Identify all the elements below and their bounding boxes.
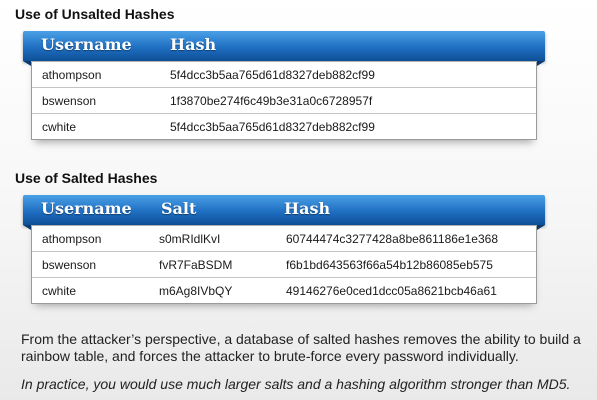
table-row: athompson 5f4dcc3b5aa765d61d8327deb882cf… [32,62,536,87]
practice-note: In practice, you would use much larger s… [21,376,571,392]
salted-table-header: Username Salt Hash [23,195,545,230]
salted-table-body: athompson s0mRIdlKvI 60744474c3277428a8b… [31,226,537,304]
unsalted-table-body: athompson 5f4dcc3b5aa765d61d8327deb882cf… [31,62,537,140]
table-row: cwhite 5f4dcc3b5aa765d61d8327deb882cf99 [32,113,536,139]
table-row: athompson s0mRIdlKvI 60744474c3277428a8b… [32,226,536,251]
hash-cell: 5f4dcc3b5aa765d61d8327deb882cf99 [170,68,375,82]
username-cell: bswenson [42,258,97,272]
salt-cell: m6Ag8IVbQY [159,284,233,298]
hash-cell: f6b1bd643563f66a54b12b86085eb575 [286,258,493,272]
salted-header-hash: Hash [284,199,331,218]
salted-header-username: Username [41,199,132,218]
username-cell: cwhite [42,284,77,298]
salted-hash-table: Username Salt Hash athompson s0mRIdlKvI … [23,195,545,304]
table-row: bswenson 1f3870be274f6c49b3e31a0c6728957… [32,87,536,113]
unsalted-header-hash: Hash [170,35,217,54]
hash-cell: 49146276e0ced1dcc05a8621bcb46a61 [286,284,497,298]
salted-header-salt: Salt [161,199,197,218]
username-cell: athompson [42,68,102,82]
unsalted-table-header: Username Hash [23,31,545,66]
hash-cell: 5f4dcc3b5aa765d61d8327deb882cf99 [170,120,375,134]
unsalted-header-username: Username [41,35,132,54]
table-row: bswenson fvR7FaBSDM f6b1bd643563f66a54b1… [32,251,536,277]
table-row: cwhite m6Ag8IVbQY 49146276e0ced1dcc05a86… [32,277,536,303]
username-cell: athompson [42,232,102,246]
salt-cell: fvR7FaBSDM [159,258,233,272]
salt-cell: s0mRIdlKvI [159,232,221,246]
slide: Use of Unsalted Hashes Username Hash ath… [0,0,597,400]
unsalted-section-title: Use of Unsalted Hashes [15,6,175,22]
username-cell: cwhite [42,120,77,134]
hash-cell: 1f3870be274f6c49b3e31a0c6728957f [170,94,373,108]
hash-cell: 60744474c3277428a8be861186e1e368 [286,232,498,246]
explanation-paragraph: From the attacker’s perspective, a datab… [21,331,581,364]
salted-section-title: Use of Salted Hashes [15,170,158,186]
username-cell: bswenson [42,94,97,108]
unsalted-hash-table: Username Hash athompson 5f4dcc3b5aa765d6… [23,31,545,140]
